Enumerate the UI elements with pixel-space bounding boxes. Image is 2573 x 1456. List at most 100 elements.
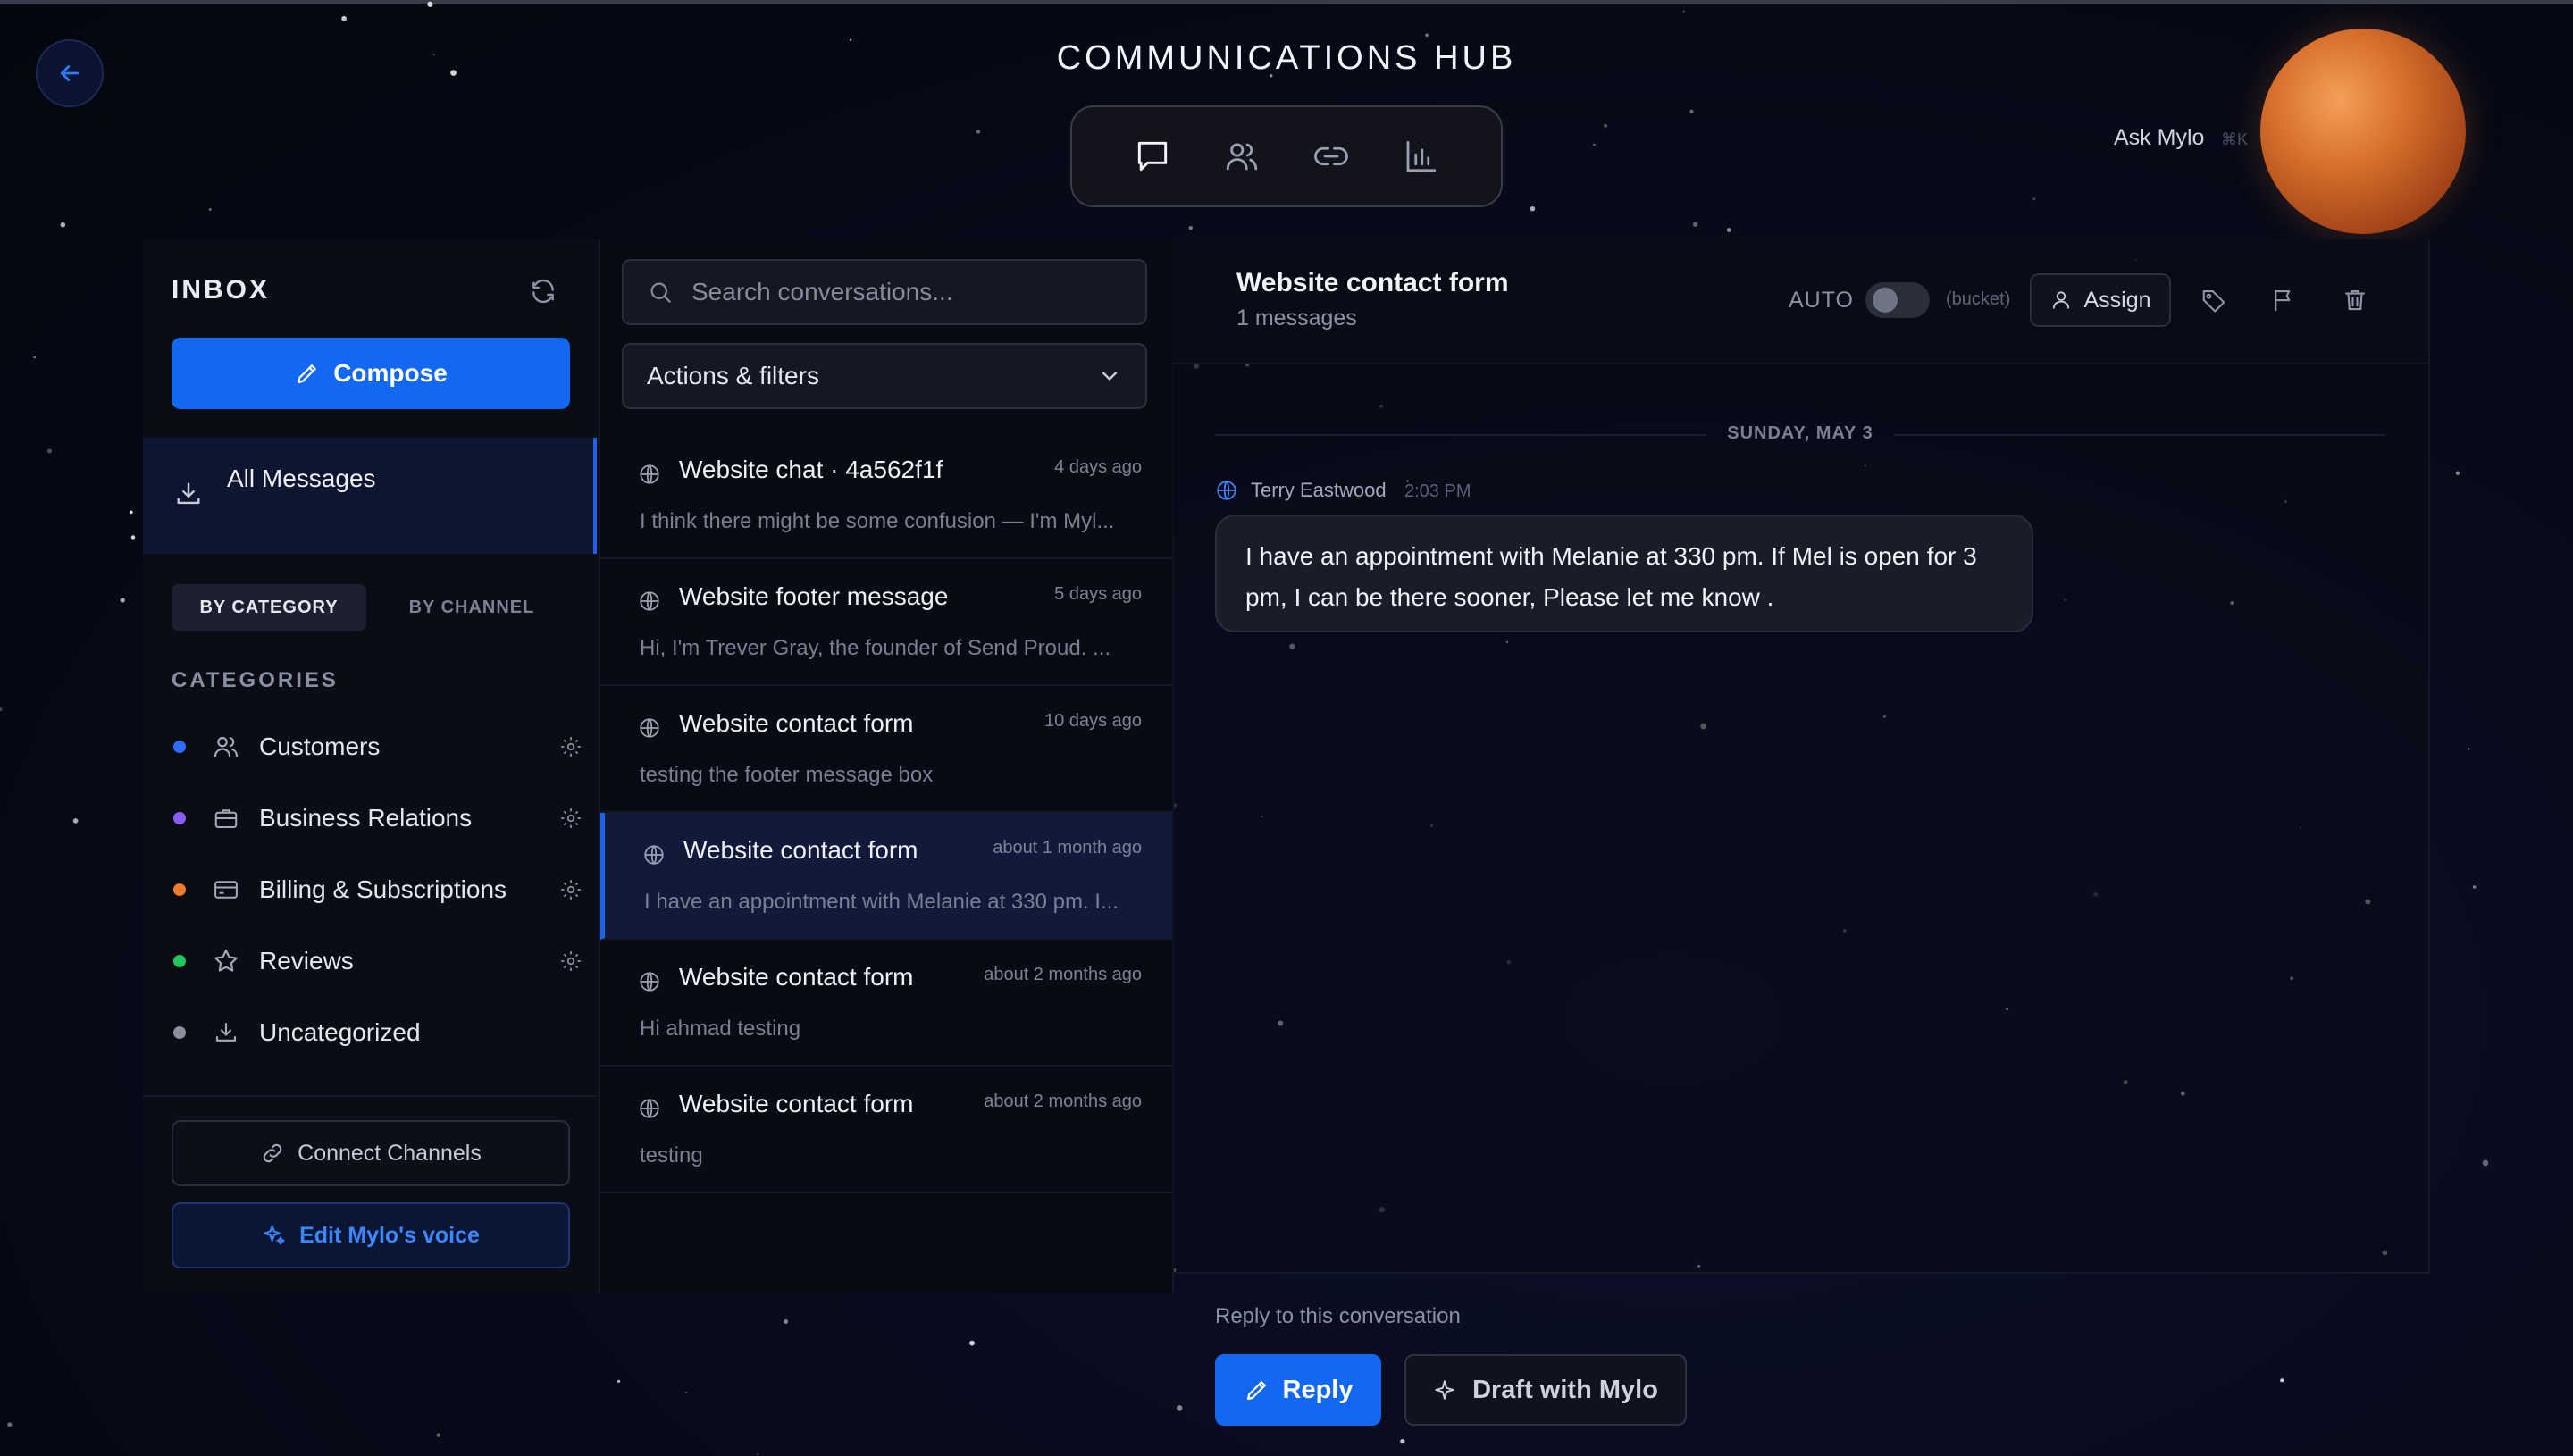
connect-channels-button[interactable]: Connect Channels (172, 1120, 570, 1186)
category-business-relations[interactable]: Business Relations (172, 791, 591, 845)
star-dot (685, 1392, 688, 1393)
star-dot (1530, 206, 1536, 212)
tab-by-category[interactable]: BY CATEGORY (172, 584, 366, 631)
gear-icon[interactable] (559, 735, 582, 758)
compose-button[interactable]: Compose (172, 338, 570, 409)
chevron-down-icon (1102, 372, 1118, 381)
briefcase-icon (211, 803, 241, 833)
ask-mylo-label[interactable]: Ask Mylo (2114, 125, 2204, 151)
star-dot (1400, 1439, 1405, 1444)
sparkle-icon (1435, 1380, 1454, 1400)
globe-icon (644, 845, 664, 865)
star-dot (2482, 1159, 2489, 1167)
conversation-item[interactable]: Website footer message 5 days ago Hi, I'… (600, 559, 1172, 686)
conversation-time: 5 days ago (1054, 584, 1142, 604)
tab-by-channel[interactable]: BY CHANNEL (384, 584, 559, 631)
users-icon (1226, 143, 1258, 171)
conversation-time: 4 days ago (1054, 457, 1142, 477)
reply-button[interactable]: Reply (1215, 1354, 1381, 1426)
conversation-time: about 2 months ago (984, 965, 1142, 984)
mylo-planet-avatar[interactable] (2260, 29, 2466, 234)
gear-icon[interactable] (559, 878, 582, 901)
conversation-title: Website chat · 4a562f1f (679, 456, 943, 483)
assign-button[interactable]: Assign (2030, 273, 2171, 327)
message-bubble: I have an appointment with Melanie at 33… (1215, 515, 2033, 632)
nav-integrations[interactable] (1303, 129, 1359, 184)
conversation-title: Website contact form (679, 709, 914, 737)
ask-mylo-shortcut: ⌘K (2221, 130, 2249, 148)
conversation-item[interactable]: Website contact form 10 days ago testing… (600, 686, 1172, 813)
category-customers[interactable]: Customers (172, 720, 591, 774)
credit-card-icon (211, 874, 241, 905)
tag-button[interactable] (2198, 284, 2230, 316)
globe-icon (640, 591, 659, 611)
gear-icon[interactable] (559, 807, 582, 830)
search-input[interactable] (690, 277, 1122, 307)
nav-contacts[interactable] (1214, 129, 1270, 184)
date-divider-line (1215, 434, 1706, 436)
star-dot (60, 222, 66, 228)
actions-filters-dropdown[interactable]: Actions & filters (622, 343, 1147, 409)
bucket-label: (bucket) (1946, 289, 2011, 309)
star-dot (849, 38, 852, 41)
pencil-icon (1246, 1381, 1266, 1401)
conversation-time: about 2 months ago (984, 1092, 1142, 1111)
conversation-item[interactable]: Website contact form about 2 months ago … (600, 1067, 1172, 1193)
category-color-dot (173, 1026, 186, 1039)
auto-toggle-knob (1873, 288, 1898, 313)
globe-icon (640, 718, 659, 738)
star-dot (2468, 748, 2470, 750)
nav-messages[interactable] (1125, 129, 1180, 184)
edit-mylo-voice-button[interactable]: Edit Mylo's voice (172, 1202, 570, 1268)
refresh-icon (532, 279, 554, 304)
category-color-dot (173, 883, 186, 896)
draft-with-mylo-button[interactable]: Draft with Mylo (1404, 1354, 1687, 1426)
star-dot (0, 707, 3, 712)
reply-hint: Reply to this conversation (1215, 1304, 1461, 1328)
category-billing-subscriptions[interactable]: Billing & Subscriptions (172, 863, 591, 916)
date-divider-label: SUNDAY, MAY 3 (1727, 423, 1873, 443)
star-dot (976, 130, 981, 134)
star-dot (33, 356, 36, 359)
conversation-title: Website contact form (1236, 268, 1509, 297)
flag-icon (2275, 289, 2291, 312)
compose-label: Compose (333, 359, 448, 387)
conversation-time: 10 days ago (1044, 711, 1142, 731)
sidebar-divider (143, 1095, 599, 1097)
delete-button[interactable] (2339, 284, 2371, 316)
message-time: 2:03 PM (1404, 481, 1471, 501)
message-sender: Terry Eastwood (1251, 479, 1387, 501)
search-icon (650, 282, 671, 303)
search-box[interactable] (622, 259, 1147, 325)
auto-label: AUTO (1789, 288, 1854, 313)
star-dot (1188, 226, 1193, 230)
flag-button[interactable] (2267, 284, 2300, 316)
chat-icon (1137, 141, 1168, 172)
category-uncategorized[interactable]: Uncategorized (172, 1006, 591, 1059)
star-dot (130, 535, 136, 540)
star-dot (2455, 471, 2460, 475)
category-label: Billing & Subscriptions (259, 875, 507, 903)
link-icon (1314, 146, 1348, 166)
gear-icon[interactable] (559, 950, 582, 973)
conversation-preview: testing (640, 1143, 703, 1167)
star-dot (2032, 197, 2036, 201)
star-dot (757, 1452, 758, 1455)
conversation-item[interactable]: Website contact form about 2 months ago … (600, 940, 1172, 1067)
category-color-dot (173, 812, 186, 824)
conversation-preview: Hi ahmad testing (640, 1017, 801, 1041)
inbox-title: INBOX (172, 275, 271, 305)
star-dot (2472, 885, 2477, 889)
nav-analytics[interactable] (1393, 129, 1448, 184)
star-dot (1177, 1405, 1183, 1411)
star-dot (129, 510, 133, 515)
category-color-dot (173, 741, 186, 753)
category-reviews[interactable]: Reviews (172, 934, 591, 988)
conversation-item-selected[interactable]: Website contact form about 1 month ago I… (600, 813, 1172, 940)
back-button[interactable] (36, 39, 104, 107)
star-dot (72, 818, 79, 824)
globe-icon (640, 464, 659, 484)
star-dot (2280, 1378, 2284, 1383)
conversation-item[interactable]: Website chat · 4a562f1f 4 days ago I thi… (600, 432, 1172, 559)
refresh-button[interactable] (529, 277, 559, 307)
